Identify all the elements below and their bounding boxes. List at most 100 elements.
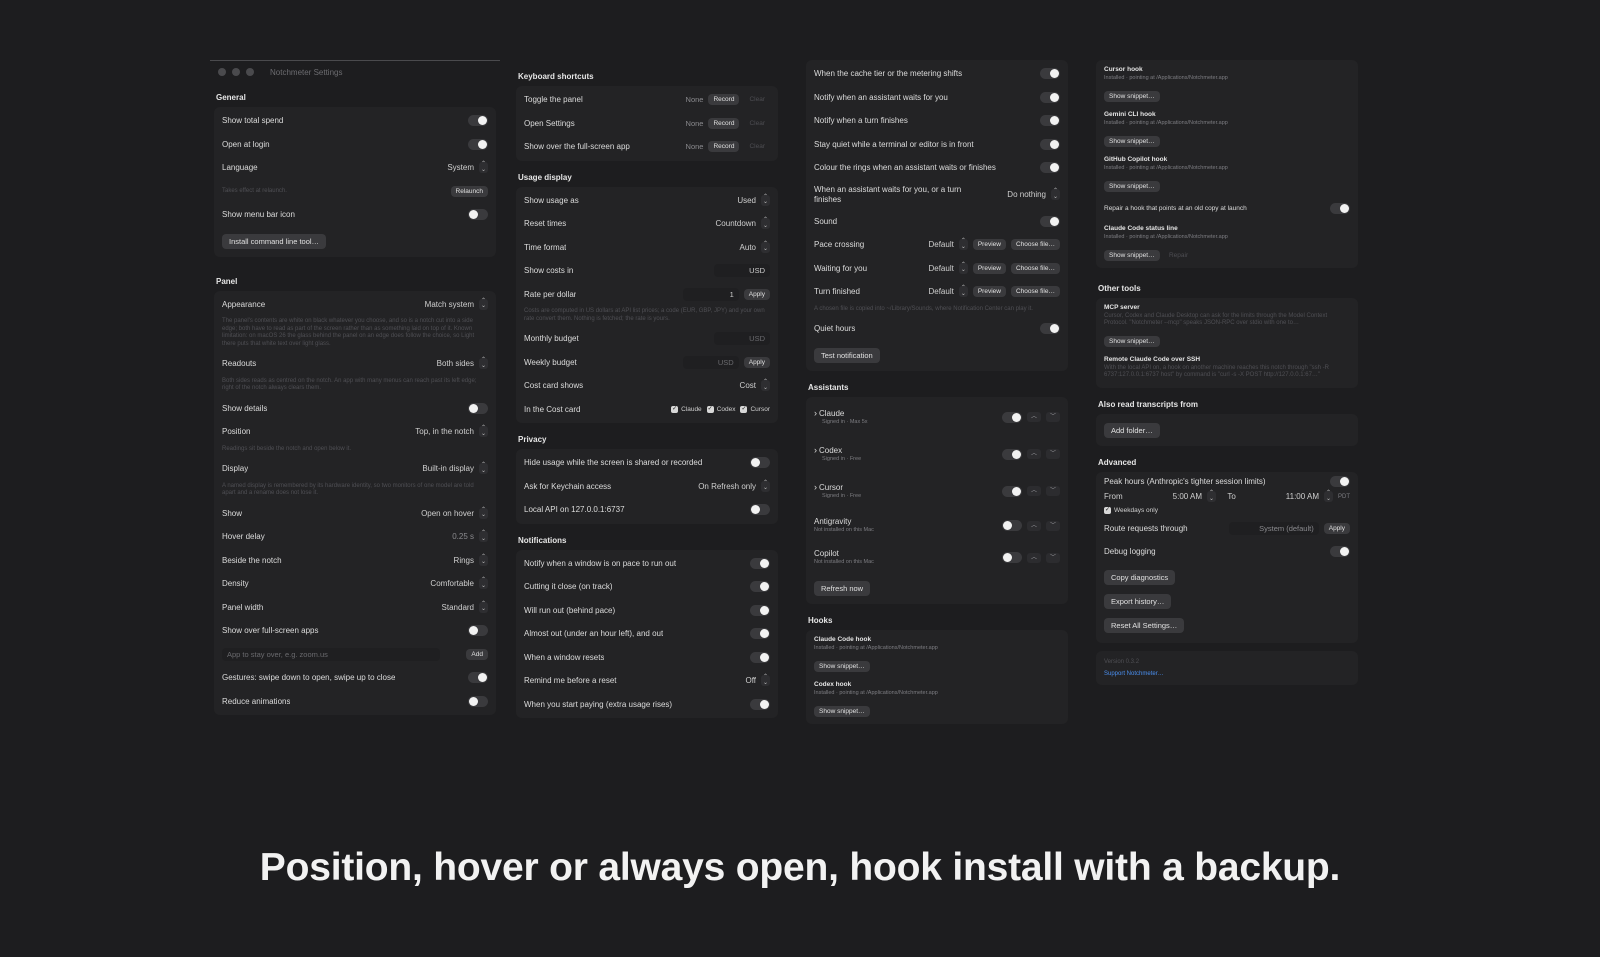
apply-weekly-button[interactable]: Apply [743, 356, 770, 368]
hover-delay-stepper[interactable]: 0.25 s ⌃ ⌄ [452, 530, 488, 543]
window-resets-toggle[interactable] [750, 651, 770, 663]
position-select[interactable]: Top, in the notch ⌃ ⌄ [415, 425, 488, 438]
start-paying-toggle[interactable] [750, 698, 770, 710]
move-down-button[interactable]: ﹀ [1046, 520, 1060, 531]
assistant-claude[interactable]: › Claude Signed in · Max 5x ︿ ﹀ [806, 399, 1068, 436]
preview-button[interactable]: Preview [972, 239, 1006, 251]
notify-turn-toggle[interactable] [1040, 115, 1060, 127]
copilot-toggle[interactable] [1002, 552, 1022, 563]
colour-rings-toggle[interactable] [1040, 162, 1060, 174]
currency-field[interactable]: USD [714, 264, 770, 278]
stay-quiet-toggle[interactable] [1040, 138, 1060, 150]
show-snippet-button[interactable]: Show snippet… [1104, 91, 1160, 102]
add-app-button[interactable]: Add [466, 648, 488, 660]
minimize-window-button[interactable] [232, 68, 240, 76]
move-down-button[interactable]: ﹀ [1046, 412, 1060, 422]
assistant-cursor[interactable]: › Cursor Signed in · Free ︿ ﹀ [806, 473, 1068, 510]
preview-button[interactable]: Preview [972, 286, 1006, 298]
readouts-select[interactable]: Both sides ⌃ ⌄ [437, 357, 488, 370]
weekly-budget-field[interactable]: USD [682, 355, 739, 369]
monthly-budget-field[interactable]: USD [714, 332, 770, 346]
rate-field[interactable]: 1 [682, 287, 739, 301]
sound-select[interactable]: Default [928, 287, 953, 296]
antigravity-toggle[interactable] [1002, 520, 1022, 531]
repair-hook-toggle[interactable] [1330, 203, 1350, 215]
choose-file-button[interactable]: Choose file… [1010, 239, 1060, 251]
show-details-toggle[interactable] [468, 402, 488, 414]
show-snippet-button[interactable]: Show snippet… [1104, 136, 1160, 147]
assistant-codex[interactable]: › Codex Signed in · Free ︿ ﹀ [806, 436, 1068, 473]
show-total-spend-toggle[interactable] [468, 115, 488, 127]
zoom-window-button[interactable] [246, 68, 254, 76]
remind-select[interactable]: Off ⌃ ⌄ [745, 674, 770, 687]
show-snippet-button[interactable]: Show snippet… [1104, 249, 1160, 261]
show-usage-select[interactable]: Used ⌃ ⌄ [737, 194, 770, 206]
when-waits-select[interactable]: Do nothing ⌃ ⌄ [1007, 188, 1060, 200]
from-time[interactable]: 5:00 AM [1173, 492, 1202, 501]
route-field[interactable]: System (default) [1228, 521, 1319, 535]
test-notification-button[interactable]: Test notification [814, 347, 880, 363]
close-window-button[interactable] [218, 68, 226, 76]
cursor-toggle[interactable] [1002, 485, 1022, 497]
show-snippet-button[interactable]: Show snippet… [1104, 181, 1160, 192]
cache-tier-toggle[interactable] [1040, 68, 1060, 80]
app-input[interactable]: App to stay over, e.g. zoom.us [222, 647, 440, 661]
move-up-button[interactable]: ︿ [1027, 449, 1041, 459]
cost-card-select[interactable]: Cost ⌃ ⌄ [740, 379, 770, 392]
clear-button[interactable]: Clear [744, 118, 770, 129]
beside-notch-select[interactable]: Rings ⌃ ⌄ [454, 554, 488, 566]
sound-select[interactable]: Default [928, 240, 953, 249]
move-down-button[interactable]: ﹀ [1046, 552, 1060, 563]
show-snippet-button[interactable]: Show snippet… [814, 660, 870, 672]
show-snippet-button[interactable]: Show snippet… [814, 705, 870, 717]
reset-times-select[interactable]: Countdown ⌃ ⌄ [716, 217, 770, 230]
codex-toggle[interactable] [1002, 448, 1022, 460]
notify-pace-toggle[interactable] [750, 557, 770, 569]
clear-button[interactable]: Clear [744, 141, 770, 152]
display-select[interactable]: Built-in display ⌃ ⌄ [422, 462, 488, 475]
codex-checkbox[interactable]: ✓ Codex [706, 405, 735, 413]
choose-file-button[interactable]: Choose file… [1010, 262, 1060, 274]
notify-waits-toggle[interactable] [1040, 91, 1060, 103]
weekdays-checkbox[interactable]: ✓ Weekdays only [1104, 506, 1158, 514]
to-time[interactable]: 11:00 AM [1286, 492, 1319, 501]
show-menu-bar-icon-toggle[interactable] [468, 209, 488, 221]
export-history-button[interactable]: Export history… [1104, 593, 1172, 609]
panel-width-select[interactable]: Standard ⌃ ⌄ [442, 601, 488, 613]
move-up-button[interactable]: ︿ [1027, 552, 1041, 563]
move-up-button[interactable]: ︿ [1027, 486, 1041, 496]
cursor-checkbox[interactable]: ✓ Cursor [740, 405, 770, 413]
relaunch-button[interactable]: Relaunch [450, 185, 488, 197]
show-select[interactable]: Open on hover ⌃ ⌄ [421, 507, 488, 519]
move-up-button[interactable]: ︿ [1027, 520, 1041, 531]
clear-button[interactable]: Clear [744, 94, 770, 105]
open-at-login-toggle[interactable] [468, 138, 488, 150]
support-link[interactable]: Support Notchmeter… [1096, 667, 1358, 683]
density-select[interactable]: Comfortable ⌃ ⌄ [430, 577, 488, 590]
copy-diagnostics-button[interactable]: Copy diagnostics [1104, 569, 1176, 585]
keychain-select[interactable]: On Refresh only ⌃ ⌄ [698, 480, 770, 492]
reset-all-button[interactable]: Reset All Settings… [1104, 617, 1185, 633]
cutting-close-toggle[interactable] [750, 581, 770, 593]
move-down-button[interactable]: ﹀ [1046, 449, 1060, 459]
gestures-toggle[interactable] [468, 672, 488, 684]
reduce-animations-toggle[interactable] [468, 695, 488, 707]
install-cli-button[interactable]: Install command line tool… [222, 233, 327, 249]
repair-button[interactable]: Repair [1164, 250, 1193, 261]
sound-select[interactable]: Default [928, 264, 953, 273]
preview-button[interactable]: Preview [972, 262, 1006, 274]
will-run-out-toggle[interactable] [750, 604, 770, 616]
claude-checkbox[interactable]: ✓ Claude [671, 405, 702, 413]
almost-out-toggle[interactable] [750, 628, 770, 640]
debug-toggle[interactable] [1330, 546, 1350, 558]
local-api-toggle[interactable] [750, 504, 770, 516]
time-format-select[interactable]: Auto ⌃ ⌄ [740, 241, 770, 253]
show-over-fs-toggle[interactable] [468, 625, 488, 637]
move-down-button[interactable]: ﹀ [1046, 486, 1060, 496]
peak-hours-toggle[interactable] [1330, 476, 1350, 487]
record-button[interactable]: Record [708, 94, 740, 106]
add-folder-button[interactable]: Add folder… [1104, 422, 1160, 438]
record-button[interactable]: Record [708, 141, 740, 153]
sound-toggle[interactable] [1040, 215, 1060, 227]
language-select[interactable]: System ⌃ ⌄ [447, 161, 488, 174]
